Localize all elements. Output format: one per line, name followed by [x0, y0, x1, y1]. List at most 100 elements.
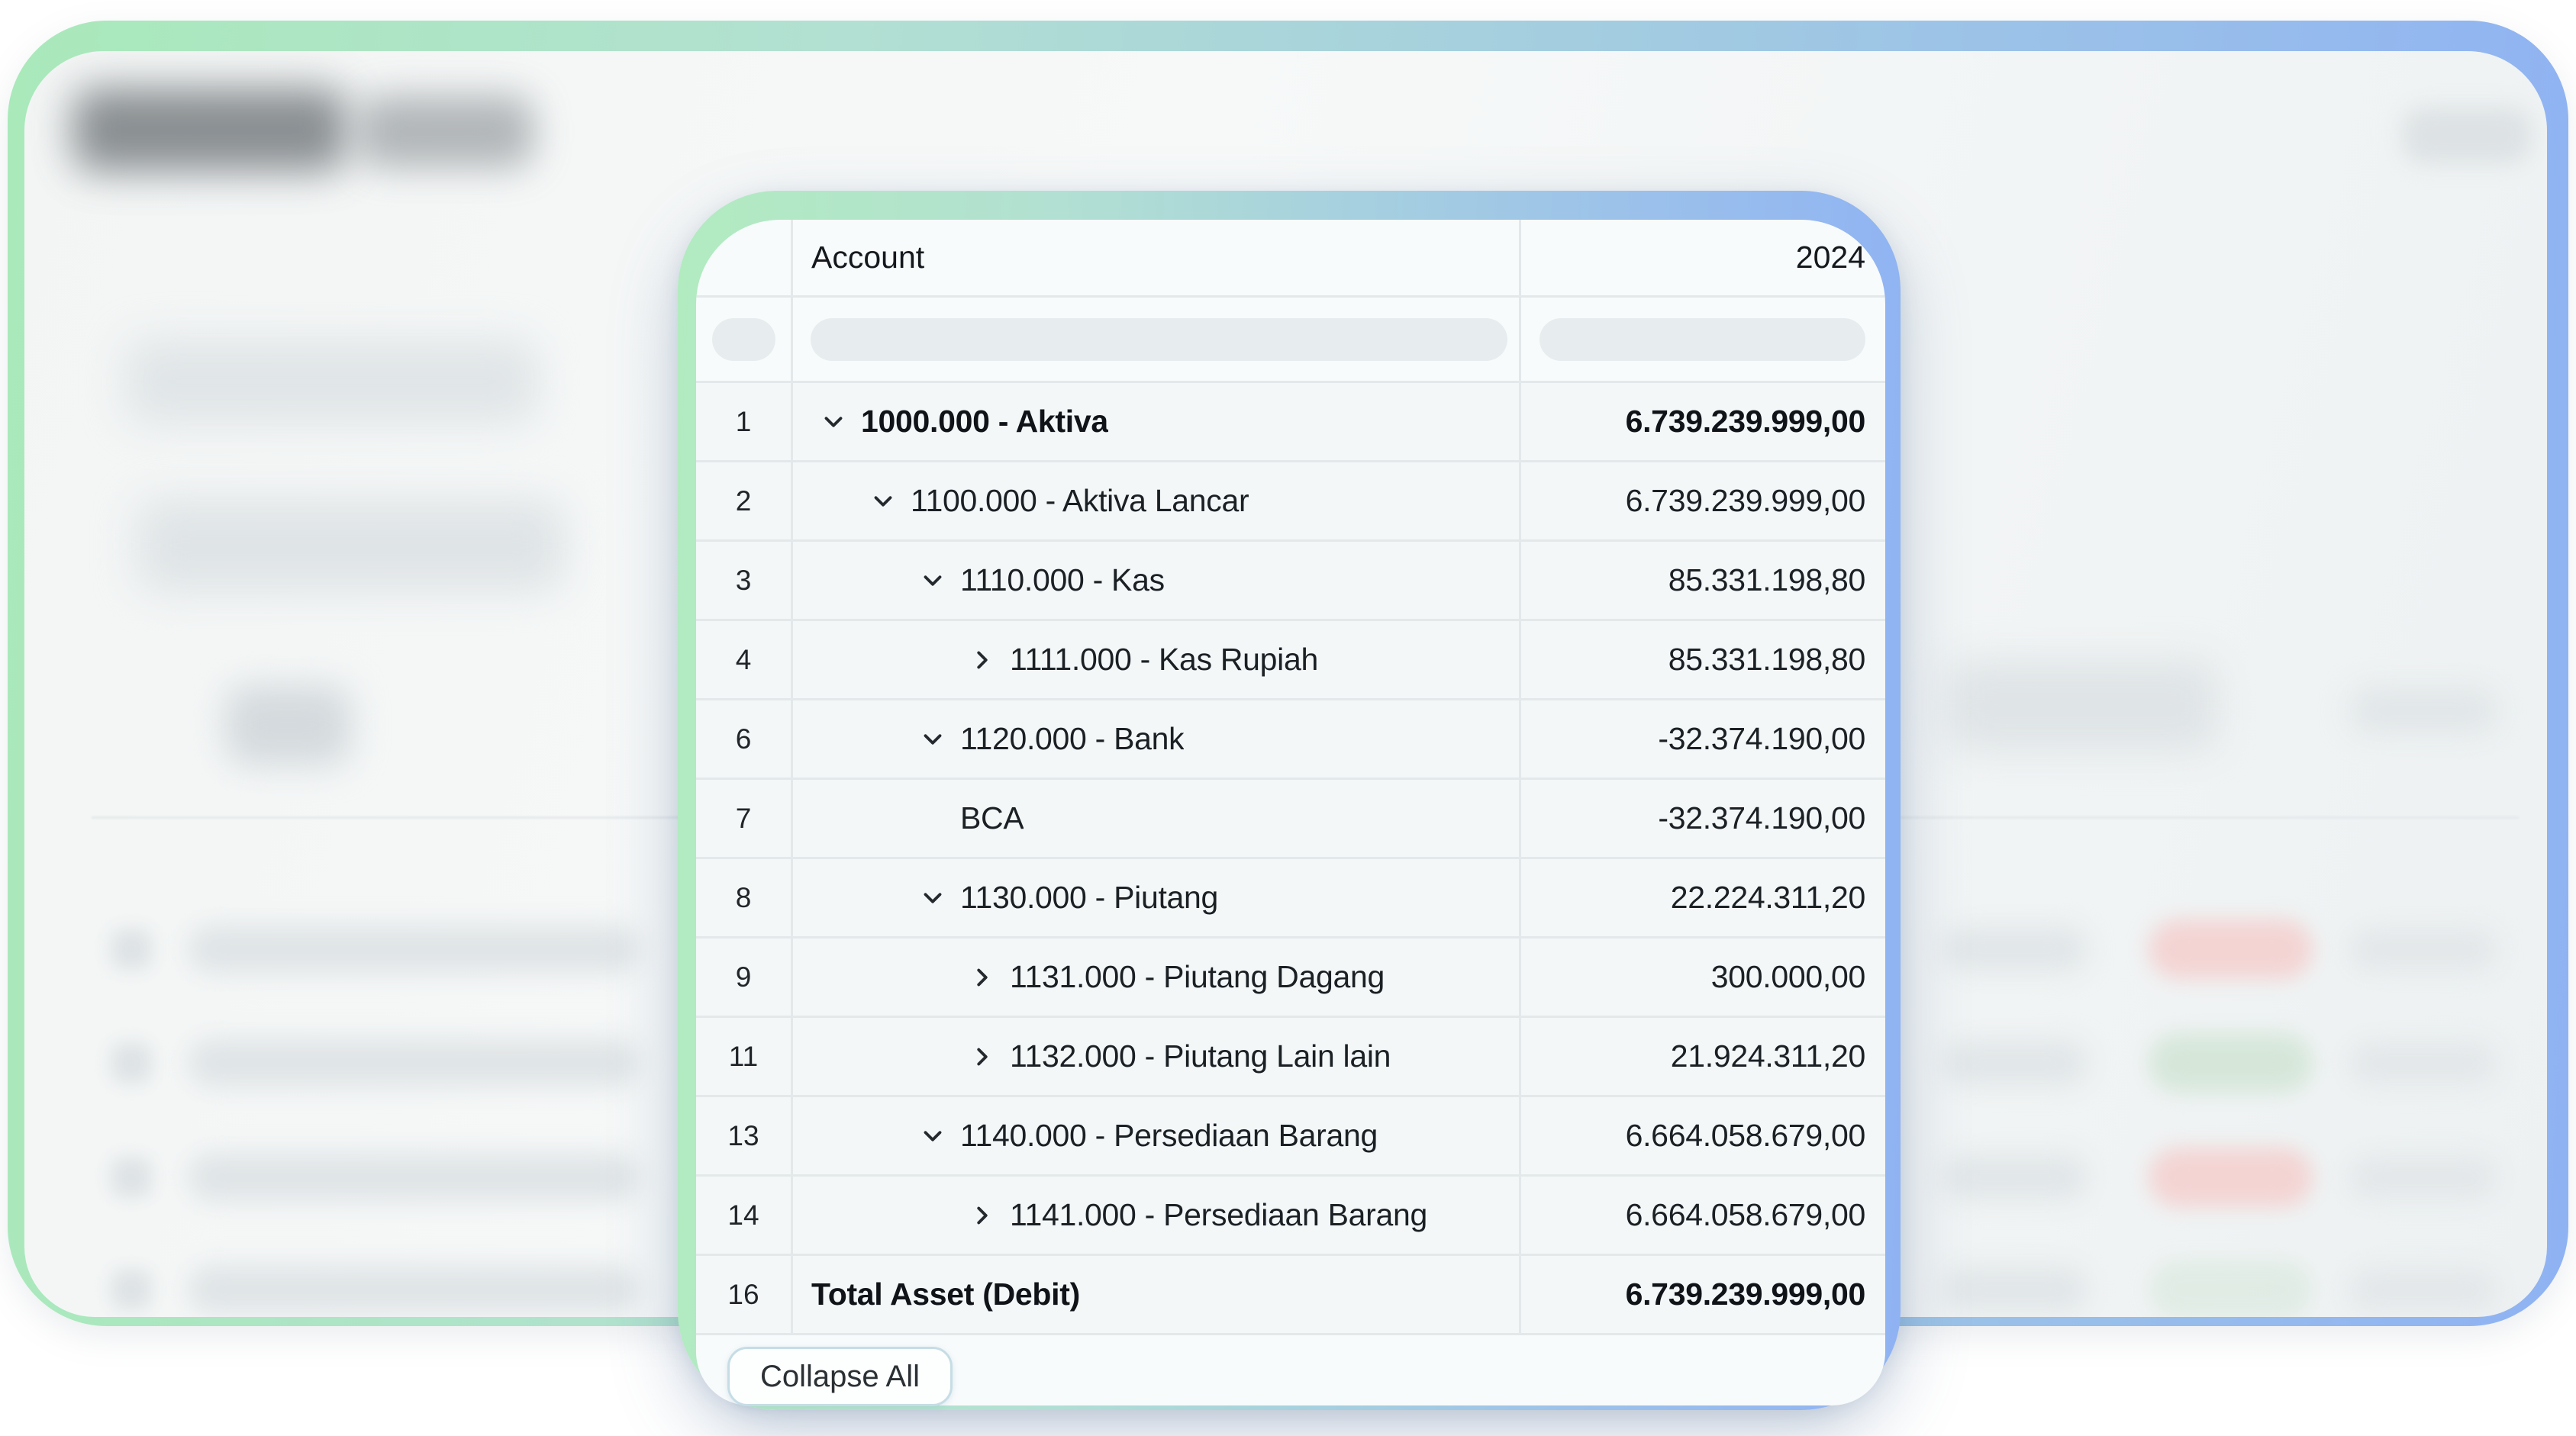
- chevron-down-icon[interactable]: [918, 884, 947, 913]
- page: Account 2024 1: [0, 0, 2576, 1436]
- blurred-section-heading: [225, 685, 351, 765]
- chevron-right-icon[interactable]: [968, 1042, 997, 1071]
- blurred-row-cell-right: [2349, 1269, 2497, 1311]
- row-number: 2: [696, 462, 793, 539]
- blurred-header-button: [2402, 107, 2532, 164]
- chevron-right-icon[interactable]: [968, 1201, 997, 1230]
- filter-cell-year: [1521, 298, 1885, 381]
- chevron-down-icon[interactable]: [918, 725, 947, 754]
- column-header-account: Account: [793, 220, 1521, 295]
- report-table: Account 2024 1: [696, 220, 1885, 1405]
- account-label: 1140.000 - Persediaan Barang: [960, 1118, 1378, 1154]
- blurred-row-text: [189, 1266, 639, 1313]
- chevron-down-icon[interactable]: [869, 487, 898, 516]
- table-row[interactable]: 6 1120.000 - Bank -32.374.190,00: [696, 700, 1885, 780]
- account-label: 1000.000 - Aktiva: [861, 404, 1108, 439]
- account-label: 1100.000 - Aktiva Lancar: [911, 483, 1249, 519]
- row-value: 85.331.198,80: [1521, 621, 1885, 698]
- row-value: -32.374.190,00: [1521, 780, 1885, 857]
- blurred-page-title-part2: [359, 95, 534, 168]
- status-badge-green-blurred: [2149, 1033, 2313, 1093]
- table-row[interactable]: 11 1132.000 - Piutang Lain lain 21.924.3…: [696, 1018, 1885, 1097]
- table-row[interactable]: 1 1000.000 - Aktiva 6.739.239.999,00: [696, 383, 1885, 462]
- chevron-down-icon[interactable]: [918, 566, 947, 595]
- account-label: 1132.000 - Piutang Lain lain: [1010, 1038, 1391, 1074]
- account-cell: 1131.000 - Piutang Dagang: [793, 939, 1521, 1016]
- account-label: 1120.000 - Bank: [960, 721, 1184, 757]
- filter-cell-number: [696, 298, 793, 381]
- chevron-down-icon[interactable]: [819, 407, 848, 436]
- table-row[interactable]: 14 1141.000 - Persediaan Barang 6.664.05…: [696, 1177, 1885, 1256]
- blurred-row-cell: [1942, 1267, 2088, 1312]
- account-label: 1141.000 - Persediaan Barang: [1010, 1197, 1427, 1233]
- blurred-row-text: [189, 1039, 639, 1087]
- account-cell: 1120.000 - Bank: [793, 700, 1521, 778]
- column-header-year: 2024: [1521, 220, 1885, 295]
- blurred-row-checkbox: [111, 1270, 151, 1309]
- account-filter-input-skeleton[interactable]: [811, 318, 1507, 361]
- account-label: BCA: [960, 800, 1024, 836]
- year-filter-input-skeleton[interactable]: [1539, 318, 1865, 361]
- blurred-row-cell-right: [2349, 929, 2497, 971]
- account-cell: Total Asset (Debit): [793, 1256, 1521, 1333]
- table-row[interactable]: 13 1140.000 - Persediaan Barang 6.664.05…: [696, 1097, 1885, 1177]
- chevron-down-icon[interactable]: [918, 1122, 947, 1151]
- row-number: 8: [696, 859, 793, 936]
- row-value: 22.224.311,20: [1521, 859, 1885, 936]
- account-cell: 1100.000 - Aktiva Lancar: [793, 462, 1521, 539]
- table-row[interactable]: 8 1130.000 - Piutang 22.224.311,20: [696, 859, 1885, 939]
- row-number-header: [696, 220, 793, 295]
- blurred-row-cell-right: [2349, 1157, 2497, 1199]
- status-badge-green-blurred: [2149, 1260, 2313, 1317]
- row-number: 7: [696, 780, 793, 857]
- blurred-column-header-1: [1947, 660, 2218, 752]
- account-cell: 1141.000 - Persediaan Barang: [793, 1177, 1521, 1254]
- blurred-row-checkbox: [111, 1157, 151, 1197]
- row-value: 6.739.239.999,00: [1521, 1256, 1885, 1333]
- row-number: 3: [696, 542, 793, 619]
- table-header-row: Account 2024: [696, 220, 1885, 298]
- row-number: 14: [696, 1177, 793, 1254]
- blurred-row-cell: [1942, 926, 2088, 972]
- status-badge-red-blurred: [2149, 919, 2313, 979]
- account-label: 1111.000 - Kas Rupiah: [1010, 642, 1318, 678]
- row-number: 1: [696, 383, 793, 460]
- chevron-right-icon[interactable]: [968, 646, 997, 675]
- row-number: 4: [696, 621, 793, 698]
- row-value: -32.374.190,00: [1521, 700, 1885, 778]
- account-label: Total Asset (Debit): [811, 1277, 1080, 1312]
- row-value: 85.331.198,80: [1521, 542, 1885, 619]
- table-row[interactable]: 3 1110.000 - Kas 85.331.198,80: [696, 542, 1885, 621]
- account-cell: 1132.000 - Piutang Lain lain: [793, 1018, 1521, 1095]
- blurred-page-title: [73, 88, 347, 172]
- table-row[interactable]: 16 Total Asset (Debit) 6.739.239.999,00: [696, 1256, 1885, 1335]
- account-cell: 1111.000 - Kas Rupiah: [793, 621, 1521, 698]
- table-row[interactable]: 7 BCA -32.374.190,00: [696, 780, 1885, 859]
- account-cell: BCA: [793, 780, 1521, 857]
- row-value: 6.664.058.679,00: [1521, 1177, 1885, 1254]
- table-rows: 1 1000.000 - Aktiva 6.739.239.999,00 2 1…: [696, 383, 1885, 1335]
- row-value: 6.664.058.679,00: [1521, 1097, 1885, 1174]
- row-value: 300.000,00: [1521, 939, 1885, 1016]
- table-row[interactable]: 9 1131.000 - Piutang Dagang 300.000,00: [696, 939, 1885, 1018]
- status-badge-red-blurred: [2149, 1148, 2313, 1207]
- table-row[interactable]: 4 1111.000 - Kas Rupiah 85.331.198,80: [696, 621, 1885, 700]
- chevron-right-icon[interactable]: [968, 963, 997, 992]
- table-filter-row: [696, 298, 1885, 383]
- account-label: 1110.000 - Kas: [960, 562, 1165, 598]
- filter-input-skeleton[interactable]: [712, 318, 775, 361]
- blurred-row-checkbox: [111, 1043, 151, 1083]
- filter-cell-account: [793, 298, 1521, 381]
- row-value: 6.739.239.999,00: [1521, 462, 1885, 539]
- row-number: 6: [696, 700, 793, 778]
- row-number: 16: [696, 1256, 793, 1333]
- blurred-row-cell: [1942, 1154, 2088, 1200]
- blurred-form-label-1: [126, 340, 538, 423]
- account-cell: 1140.000 - Persediaan Barang: [793, 1097, 1521, 1174]
- row-number: 13: [696, 1097, 793, 1174]
- table-row[interactable]: 2 1100.000 - Aktiva Lancar 6.739.239.999…: [696, 462, 1885, 542]
- account-label: 1130.000 - Piutang: [960, 880, 1218, 916]
- blurred-row-text: [189, 926, 639, 973]
- row-number: 9: [696, 939, 793, 1016]
- collapse-all-button[interactable]: Collapse All: [727, 1347, 953, 1406]
